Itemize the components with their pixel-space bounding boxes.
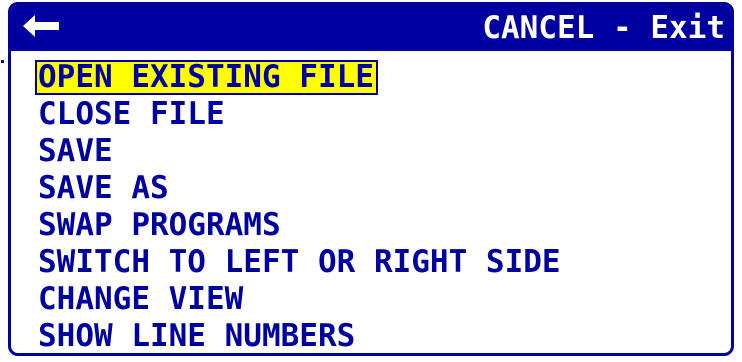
menu-item-label: CHANGE VIEW — [38, 281, 244, 317]
menu-item-save-as[interactable]: SAVE AS — [35, 170, 723, 207]
menu-item-label: SAVE AS — [38, 170, 169, 206]
file-menu-list: OPEN EXISTING FILE CLOSE FILE SAVE SAVE … — [35, 59, 723, 354]
frame-tick-mark — [1, 60, 4, 63]
file-menu-window: CANCEL - Exit OPEN EXISTING FILE CLOSE F… — [8, 2, 734, 356]
cancel-exit-label[interactable]: CANCEL - Exit — [482, 11, 725, 45]
menu-item-label: SHOW LINE NUMBERS — [38, 318, 356, 354]
menu-item-switch-side[interactable]: SWITCH TO LEFT OR RIGHT SIDE — [35, 244, 723, 281]
menu-item-label: SAVE — [38, 133, 113, 169]
menu-item-change-view[interactable]: CHANGE VIEW — [35, 281, 723, 318]
back-arrow-icon[interactable] — [21, 9, 77, 45]
menu-item-label: SWITCH TO LEFT OR RIGHT SIDE — [38, 244, 561, 280]
menu-item-open-existing-file[interactable]: OPEN EXISTING FILE — [35, 59, 723, 96]
menu-item-label: CLOSE FILE — [38, 96, 225, 132]
menu-item-swap-programs[interactable]: SWAP PROGRAMS — [35, 207, 723, 244]
menu-item-label: OPEN EXISTING FILE — [35, 60, 378, 95]
menu-item-close-file[interactable]: CLOSE FILE — [35, 96, 723, 133]
menu-item-show-line-numbers[interactable]: SHOW LINE NUMBERS — [35, 318, 723, 354]
menu-item-label: SWAP PROGRAMS — [38, 207, 281, 243]
menu-item-save[interactable]: SAVE — [35, 133, 723, 170]
title-bar: CANCEL - Exit — [11, 5, 731, 51]
